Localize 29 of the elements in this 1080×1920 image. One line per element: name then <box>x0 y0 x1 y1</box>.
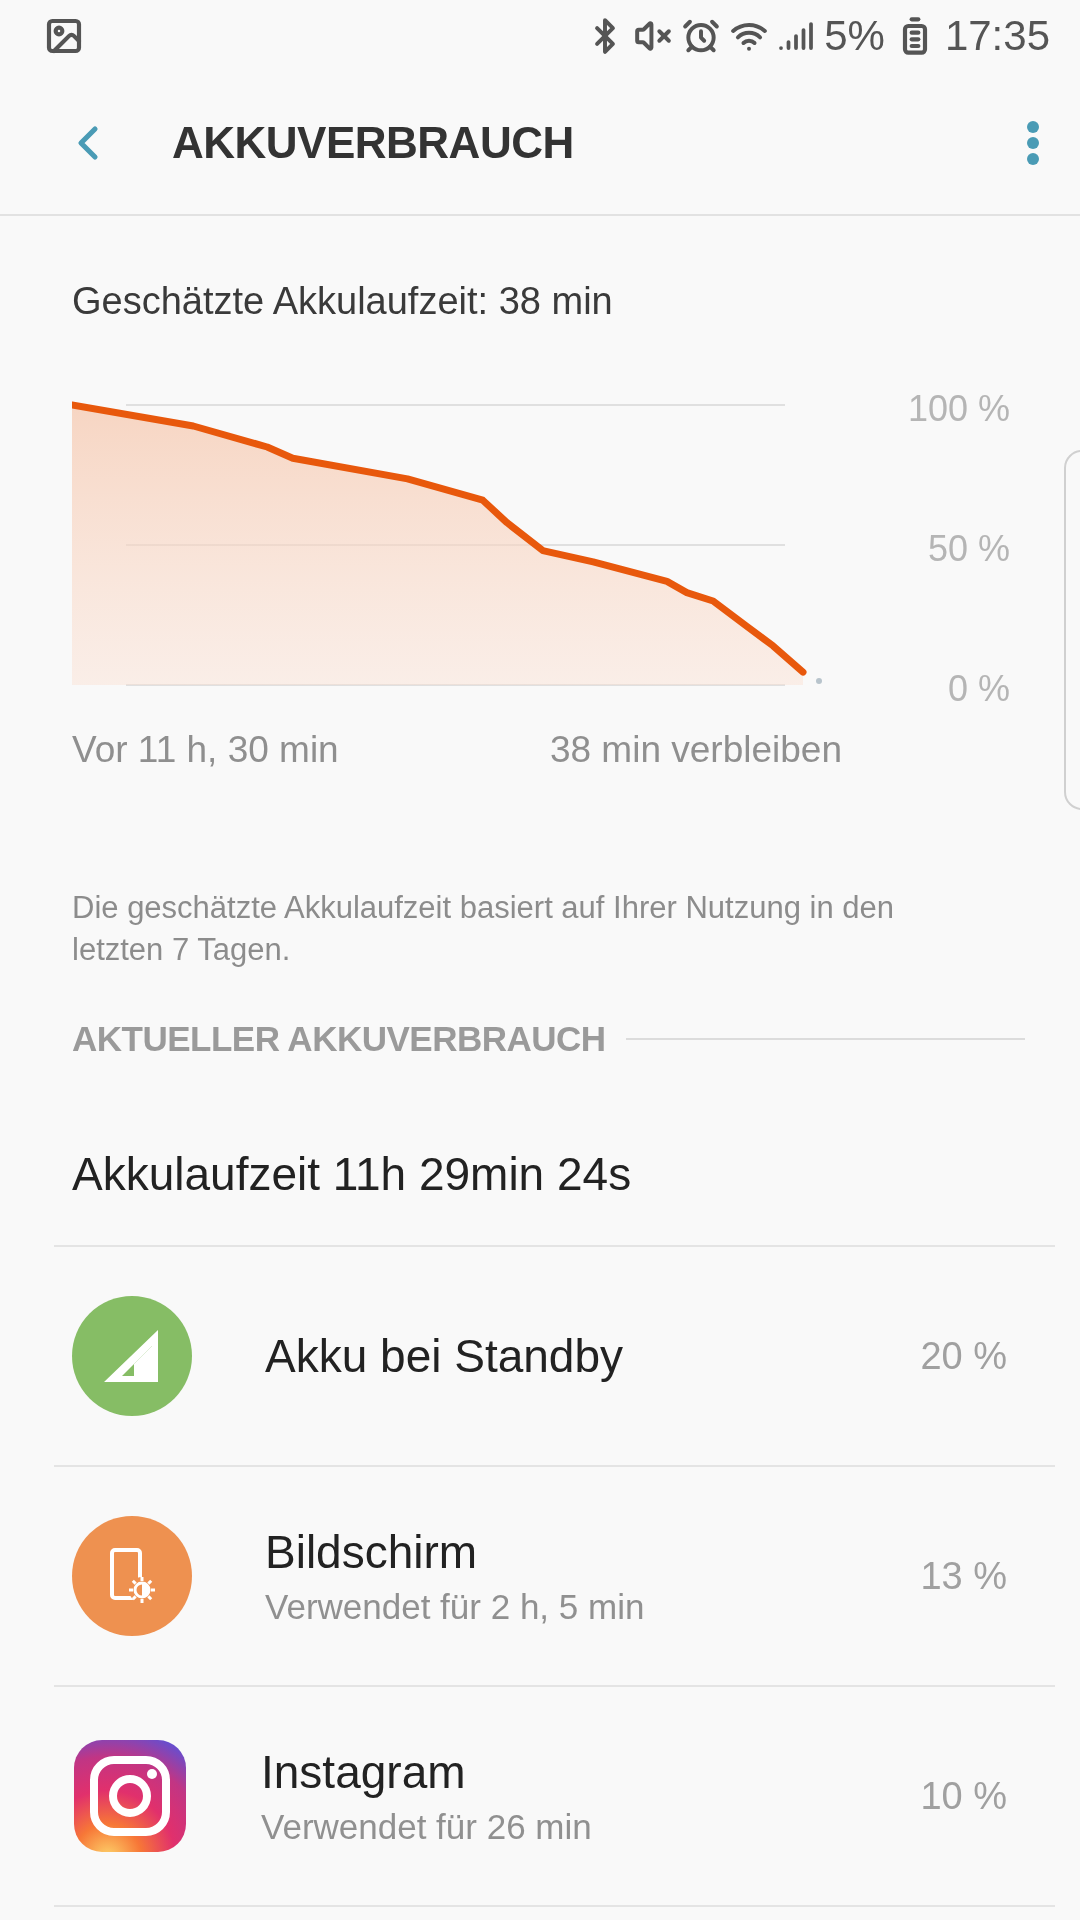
alarm-icon <box>682 17 721 55</box>
usage-name: Akku bei Standby <box>265 1329 623 1383</box>
battery-percent: 5% <box>824 12 885 60</box>
usage-detail: Verwendet für 26 min <box>261 1807 592 1847</box>
forecast-dot <box>816 678 822 684</box>
battery-runtime: Akkulaufzeit 11h 29min 24s <box>72 1147 633 1202</box>
usage-row[interactable]: Akku bei Standby 20 % <box>54 1247 1055 1467</box>
usage-name: Instagram <box>261 1745 467 1799</box>
section-title: AKTUELLER AKKUVERBRAUCH <box>72 1019 606 1059</box>
more-options-button[interactable] <box>1026 120 1040 166</box>
clock: 17:35 <box>944 12 1050 60</box>
y-tick-label: 0 % <box>947 669 1010 709</box>
usage-row[interactable]: Bildschirm Verwendet für 2 h, 5 min 13 % <box>54 1467 1055 1687</box>
x-axis-label: Vor 11 h, 30 min <box>72 729 339 771</box>
usage-row[interactable]: Instagram Verwendet für 26 min 10 % <box>54 1687 1055 1907</box>
picture-icon <box>44 16 84 56</box>
info-text: Die geschätzte Akkulaufzeit basiert auf Ihrer Nutzung in den letzten 7 Tagen. <box>72 889 895 969</box>
usage-detail: Verwendet für 2 h, 5 min <box>265 1587 645 1627</box>
camera-app-icon <box>72 1738 188 1854</box>
usage-percent: 13 % <box>920 1554 1007 1598</box>
usage-percent: 20 % <box>920 1334 1007 1378</box>
y-tick-label: 100 % <box>907 389 1010 429</box>
x-axis-label: 38 min verbleiben <box>549 729 842 771</box>
usage-percent: 10 % <box>920 1774 1007 1818</box>
more-icon <box>1026 120 1040 166</box>
usage-name: Bildschirm <box>265 1525 479 1579</box>
page-title: AKKUVERBRAUCH <box>172 118 574 168</box>
y-tick-label: 50 % <box>927 529 1010 569</box>
estimated-time: Geschätzte Akkulaufzeit: 38 min <box>72 280 614 323</box>
